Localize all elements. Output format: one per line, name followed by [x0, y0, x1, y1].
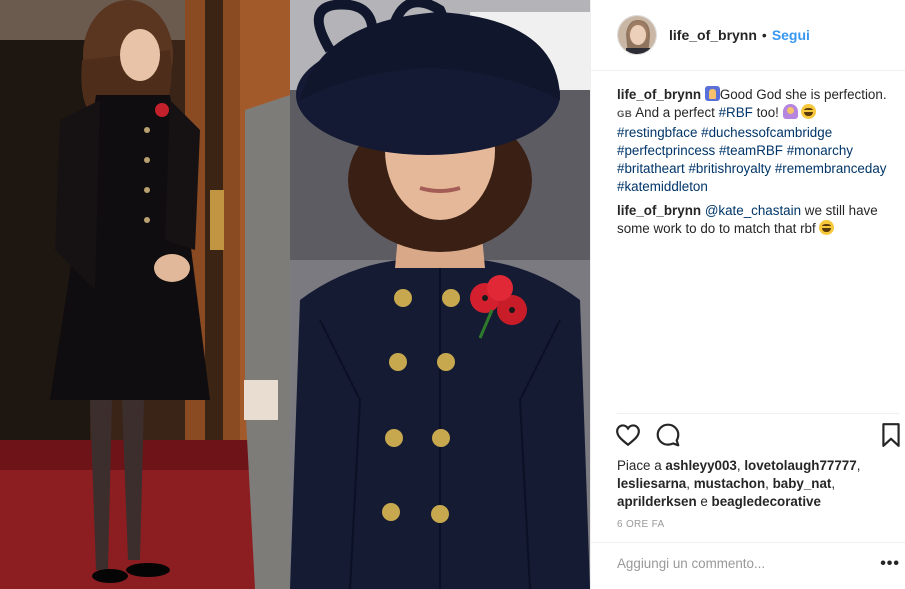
hashtag-link[interactable]: #teamRBF [719, 143, 783, 158]
avatar[interactable] [617, 15, 657, 55]
caption-comment: life_of_brynn Good God she is perfection… [617, 86, 899, 196]
laughing-emoji [819, 220, 835, 235]
likes-summary: Piace a ashleyy003, lovetolaugh77777, le… [617, 458, 861, 509]
hashtag-link[interactable]: #RBF [719, 105, 753, 120]
heart-icon[interactable] [615, 422, 643, 450]
hashtag-link[interactable]: #duchessofcambridge [701, 125, 832, 140]
action-bar [613, 422, 903, 452]
caption-text-1: Good God she is perfection. [719, 87, 887, 102]
mention-link[interactable]: @kate_chastain [705, 203, 801, 218]
header-separator: • [761, 27, 767, 43]
liker-username[interactable]: mustachon [694, 476, 765, 491]
hashtag-link[interactable]: #katemiddleton [617, 179, 708, 194]
likes-connector: e [696, 494, 712, 509]
liker-username[interactable]: aprilderksen [617, 494, 697, 509]
hashtag-link[interactable]: #britishroyalty [688, 161, 771, 176]
reply-comment: life_of_brynn @kate_chastain we still ha… [617, 202, 899, 238]
person-emoji [782, 104, 798, 119]
hashtag-link[interactable]: #monarchy [787, 143, 853, 158]
add-comment-input[interactable] [617, 556, 857, 571]
liker-username[interactable]: lesliesarna [617, 476, 686, 491]
liker-username[interactable]: ashleyy003 [665, 458, 736, 473]
actions-divider [617, 413, 899, 414]
caption-text-2: And a perfect [632, 105, 719, 120]
hashtag-link[interactable]: #remembranceday [775, 161, 887, 176]
pray-emoji [704, 86, 720, 101]
liker-username[interactable]: beagledecorative [712, 494, 821, 509]
comment-bubble-icon[interactable] [655, 422, 683, 450]
hashtag-link[interactable]: #perfectprincess [617, 143, 715, 158]
comments-list: life_of_brynn Good God she is perfection… [617, 86, 899, 244]
laughing-emoji [801, 104, 817, 119]
post-timestamp[interactable]: 6 ORE FA [617, 519, 664, 530]
post-header: life_of_brynn • Segui [591, 0, 905, 71]
post-image [0, 0, 590, 589]
follow-button[interactable]: Segui [772, 27, 810, 43]
comment-username[interactable]: life_of_brynn [617, 203, 701, 218]
hashtag-link[interactable]: #britatheart [617, 161, 685, 176]
post-side-panel: life_of_brynn • Segui life_of_brynn Good… [590, 0, 905, 589]
post-author-username[interactable]: life_of_brynn [669, 27, 757, 43]
likes-prefix: Piace a [617, 458, 666, 473]
caption-username[interactable]: life_of_brynn [617, 87, 701, 102]
liker-username[interactable]: baby_nat [773, 476, 832, 491]
caption-text-3: too! [752, 105, 783, 120]
gb-flag-emoji: GB [617, 109, 633, 120]
hashtag-link[interactable]: #restingbface [617, 125, 697, 140]
more-options-icon[interactable]: ••• [880, 556, 900, 572]
post-photo[interactable] [0, 0, 590, 589]
add-comment-bar: ••• [591, 542, 905, 589]
bookmark-icon[interactable] [879, 422, 905, 450]
liker-username[interactable]: lovetolaugh77777 [744, 458, 856, 473]
